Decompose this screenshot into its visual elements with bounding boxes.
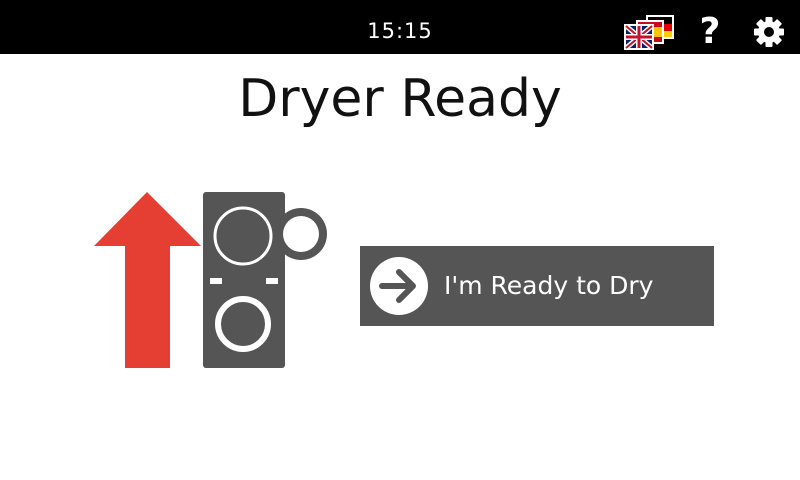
clock: 15:15 <box>367 19 433 43</box>
language-flags-icon <box>624 15 674 50</box>
arrow-up-stacked-washer-dryer-icon <box>94 192 327 368</box>
ready-to-dry-button[interactable]: I'm Ready to Dry <box>360 246 714 326</box>
help-icon: ? <box>699 11 721 52</box>
page-title: Dryer Ready <box>238 69 562 129</box>
arrow-right-icon <box>370 257 428 315</box>
ready-to-dry-label: I'm Ready to Dry <box>444 271 654 300</box>
help-button[interactable]: ? <box>692 12 728 52</box>
top-bar: 15:15 ? <box>0 0 800 54</box>
gear-icon <box>754 17 784 47</box>
settings-button[interactable] <box>749 12 789 52</box>
language-button[interactable] <box>622 12 678 52</box>
